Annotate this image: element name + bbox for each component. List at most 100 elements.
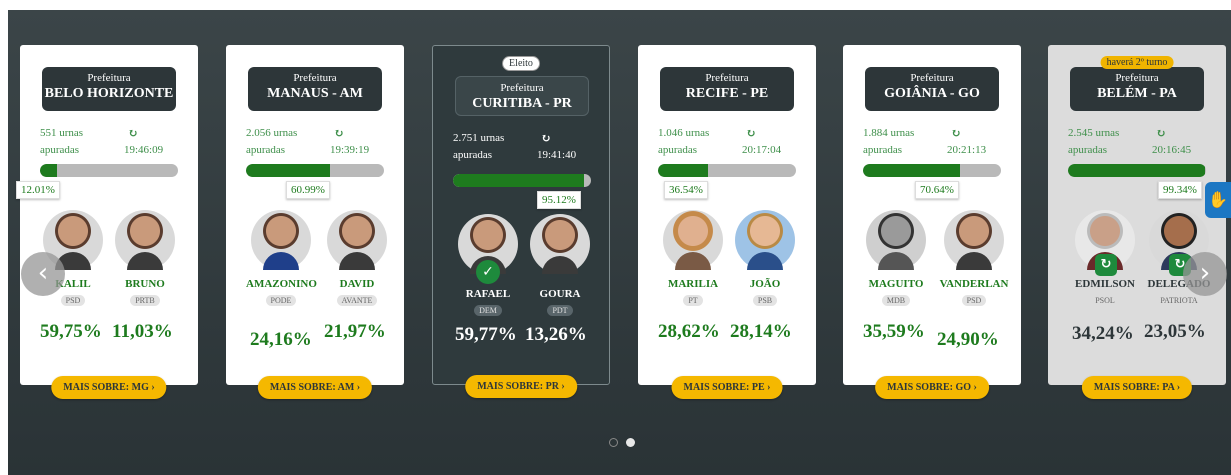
progress-bar [658,164,796,177]
progress-label: 99.34% [1158,181,1202,199]
progress-fill [863,164,961,177]
party-badge: PDT [547,305,573,316]
city-title: Prefeitura BELO HORIZONTE [42,67,176,111]
more-button[interactable]: MAIS SOBRE: PA › [1081,376,1193,399]
refresh-icon[interactable]: ↻ [746,125,756,142]
refresh-icon[interactable]: ↻ [334,125,344,142]
urnas-count: 1.046 urnas [658,127,710,139]
party-badge: PODE [265,295,297,306]
candidate-name: JOÃO [749,278,781,290]
party-badge: AVANTE [336,295,378,306]
candidate-photo [944,210,1004,270]
city-title: Prefeitura CURITIBA - PR [455,76,589,116]
more-button[interactable]: MAIS SOBRE: PR › [465,375,577,398]
candidate-photo [866,210,926,270]
prev-arrow[interactable]: ‹ [21,252,65,296]
candidate-1-pct: 24,16% [250,329,312,350]
candidate-1[interactable]: MAGUITO MDB [861,210,931,308]
next-arrow[interactable]: › [1183,252,1227,296]
candidate-2-pct: 23,05% [1144,321,1206,342]
urnas-count: 2.545 urnas [1068,127,1120,139]
elected-badge: Eleito [502,56,540,71]
apuradas-label: apuradas [658,144,698,156]
progress-fill [246,164,331,177]
refresh-icon: ↻ [1095,254,1117,276]
urnas-count: 1.884 urnas [863,127,915,139]
city-title: Prefeitura GOIÂNIA - GO [865,67,999,111]
urnas-count: 2.751 urnas [453,132,505,144]
candidate-2[interactable]: BRUNO PRTB [110,210,180,308]
candidate-1[interactable]: AMAZONINO PODE [246,210,317,308]
candidate-name: AMAZONINO [246,278,317,290]
second-round-badge: haverá 2º turno [1100,56,1174,69]
card-recife: Prefeitura RECIFE - PE 1.046 urnas apura… [638,45,816,399]
apuradas-label: apuradas [863,144,903,156]
party-badge: DEM [474,305,502,316]
candidate-1-pct: 35,59% [863,321,925,342]
more-button[interactable]: MAIS SOBRE: AM › [257,376,373,399]
city-name: GOIÂNIA - GO [884,86,980,101]
progress-fill [658,164,709,177]
party-badge: PRTB [130,295,160,306]
title-label: Prefeitura [87,72,131,84]
update-time: 20:21:13 [947,144,987,156]
urnas-count: 2.056 urnas [246,127,298,139]
candidate-1[interactable]: ✓ RAFAEL DEM [453,214,523,318]
candidate-2-pct: 21,97% [324,321,386,342]
candidate-2[interactable]: DAVID AVANTE [322,210,392,308]
progress-fill [40,164,57,177]
candidate-2[interactable]: JOÃO PSB [730,210,800,308]
apuradas-label: apuradas [453,149,493,161]
more-button[interactable]: MAIS SOBRE: PE › [671,376,783,399]
progress-label: 95.12% [537,191,581,209]
city-name: CURITIBA - PR [472,96,572,111]
progress-bar [863,164,1001,177]
candidate-2-pct: 13,26% [525,324,587,345]
candidate-name: RAFAEL [465,288,511,300]
candidate-2-pct: 28,14% [730,321,792,342]
card-curitiba: Eleito Prefeitura CURITIBA - PR 2.751 ur… [432,45,610,398]
refresh-icon[interactable]: ↻ [541,130,551,147]
more-button[interactable]: MAIS SOBRE: GO › [875,376,989,399]
card-manaus: Prefeitura MANAUS - AM 2.056 urnas apura… [226,45,404,399]
candidate-photo [327,210,387,270]
candidate-2-pct: 24,90% [937,329,999,350]
candidate-2[interactable]: VANDERLAN PSD [939,210,1009,308]
page-dot-2[interactable] [626,438,635,447]
candidate-1-pct: 28,62% [658,321,720,342]
candidate-1[interactable]: ↻ EDMILSON PSOL [1070,210,1140,308]
city-name: BELÉM - PA [1097,86,1177,101]
candidate-photo [663,210,723,270]
refresh-icon[interactable]: ↻ [128,125,138,142]
urnas-count: 551 urnas [40,127,84,139]
page-dot-1[interactable] [609,438,618,447]
party-badge: PT [683,295,703,306]
candidate-2[interactable]: GOURA PDT [525,214,595,318]
refresh-icon[interactable]: ↻ [951,125,961,142]
more-button[interactable]: MAIS SOBRE: MG › [51,376,167,399]
check-icon: ✓ [476,260,500,284]
candidate-photo [251,210,311,270]
party-badge: PSB [752,295,778,306]
update-time: 19:39:19 [330,144,370,156]
candidate-name: DAVID [339,278,375,290]
apuradas-label: apuradas [1068,144,1108,156]
apuradas-label: apuradas [40,144,80,156]
party-badge: PSD [60,295,86,306]
candidate-photo [115,210,175,270]
apuradas-label: apuradas [246,144,286,156]
candidate-name: MAGUITO [868,278,924,290]
update-time: 19:41:40 [537,149,577,161]
refresh-icon[interactable]: ↻ [1156,125,1166,142]
candidate-name: EDMILSON [1075,278,1135,290]
candidate-1-pct: 59,77% [455,324,517,345]
update-time: 20:17:04 [742,144,782,156]
candidate-1-pct: 59,75% [40,321,102,342]
title-label: Prefeitura [705,72,749,84]
update-time: 19:46:09 [124,144,164,156]
candidate-1[interactable]: MARILIA PT [658,210,728,308]
accessibility-icon[interactable]: ✋ [1205,182,1231,218]
city-name: RECIFE - PE [685,86,769,101]
progress-bar [246,164,384,177]
title-label: Prefeitura [500,82,544,94]
